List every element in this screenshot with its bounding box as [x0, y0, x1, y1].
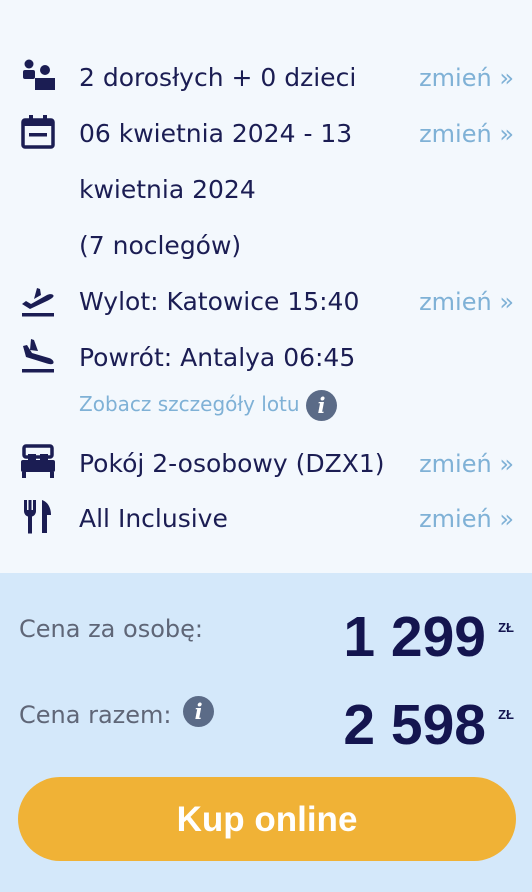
plane-takeoff-icon	[20, 282, 56, 318]
total-price-label-text: Cena razem:	[19, 701, 172, 729]
bed-icon	[20, 444, 56, 480]
total-currency-label: ZŁ	[498, 707, 514, 722]
total-price-label: Cena razem: i	[19, 695, 215, 731]
price-per-person-value: 1 299	[343, 605, 486, 669]
flight-details-label[interactable]: Zobacz szczegóły lotu	[79, 392, 300, 416]
dates-text-line2: kwietnia 2024	[79, 175, 256, 204]
change-room-link[interactable]: zmień »	[419, 448, 514, 480]
travelers-text: 2 dorosłych + 0 dzieci	[79, 63, 357, 92]
currency-label: ZŁ	[498, 620, 514, 635]
price-per-person-label: Cena za osobę:	[19, 615, 203, 643]
board-text: All Inclusive	[79, 504, 228, 533]
booking-summary: 2 dorosłych + 0 dzieci zmień » 06 kwietn…	[0, 0, 532, 573]
change-dates-link[interactable]: zmień »	[419, 118, 514, 150]
info-icon[interactable]: i	[305, 390, 337, 421]
change-travelers-link[interactable]: zmień »	[419, 62, 514, 94]
flight-details-link[interactable]: Zobacz szczegóły lotu i	[79, 390, 337, 421]
dates-text-line1: 06 kwietnia 2024 - 13	[79, 119, 353, 148]
buy-online-button[interactable]: Kup online	[18, 777, 516, 861]
total-price-value: 2 598	[343, 693, 486, 757]
calendar-icon	[20, 114, 56, 150]
people-icon	[20, 58, 56, 94]
room-text: Pokój 2-osobowy (DZX1)	[79, 449, 385, 478]
departure-text: Wylot: Katowice 15:40	[79, 287, 360, 316]
return-text: Powrót: Antalya 06:45	[79, 343, 356, 372]
change-departure-link[interactable]: zmień »	[419, 286, 514, 318]
nights-count: (7 noclegów)	[79, 231, 242, 260]
cutlery-icon	[20, 499, 56, 535]
change-board-link[interactable]: zmień »	[419, 503, 514, 535]
plane-landing-icon	[20, 338, 56, 374]
total-info-icon[interactable]: i	[183, 695, 215, 727]
